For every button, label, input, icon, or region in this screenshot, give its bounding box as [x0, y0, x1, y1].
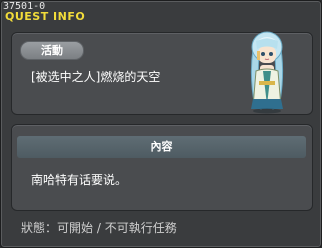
content-header: 內容	[17, 136, 306, 158]
quest-info-window: 37501-0 QUEST INFO 活動 [被选中之人]燃烧的天空 內容 南哈…	[0, 0, 322, 248]
status-value: 可開始 / 不可執行任務	[57, 221, 177, 235]
content-text: 南哈特有话要说。	[31, 173, 128, 187]
window-title[interactable]: QUEST INFO	[5, 10, 85, 23]
quest-name: [被选中之人]燃烧的天空	[31, 70, 161, 84]
npc-portrait-icon	[250, 31, 284, 114]
content-panel: 內容 南哈特有话要说。	[11, 124, 313, 211]
activity-badge: 活動	[20, 41, 84, 60]
status-line: 狀態：可開始 / 不可執行任務	[21, 221, 177, 235]
status-label: 狀態：	[21, 221, 58, 235]
